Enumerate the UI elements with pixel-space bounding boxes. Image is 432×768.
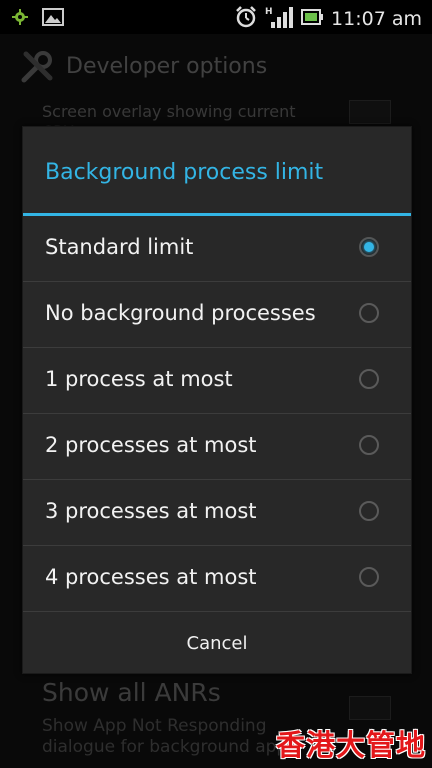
radio-unselected-icon[interactable] (359, 369, 379, 389)
option-label: No background processes (45, 301, 316, 325)
radio-unselected-icon[interactable] (359, 435, 379, 455)
option-2-processes[interactable]: 2 processes at most (23, 414, 411, 480)
option-4-processes[interactable]: 4 processes at most (23, 546, 411, 611)
alarm-icon (235, 6, 257, 32)
watermark-logo: 香港大管地 (276, 728, 427, 762)
process-limit-dialog: Background process limit Standard limit … (22, 126, 412, 674)
option-label: 2 processes at most (45, 433, 257, 457)
cancel-button[interactable]: Cancel (23, 611, 411, 674)
option-standard-limit[interactable]: Standard limit (23, 216, 411, 282)
radio-unselected-icon[interactable] (359, 303, 379, 323)
option-label: 1 process at most (45, 367, 233, 391)
status-bar: H 11:07 am (0, 0, 432, 34)
battery-icon (301, 9, 324, 29)
hsdpa-signal-icon: H (265, 5, 294, 33)
clock: 11:07 am (331, 8, 422, 30)
radio-selected-icon[interactable] (359, 237, 379, 257)
gear-notification-icon (12, 9, 28, 29)
svg-text:H: H (265, 7, 273, 17)
option-no-background[interactable]: No background processes (23, 282, 411, 348)
option-label: Standard limit (45, 235, 194, 259)
option-1-process[interactable]: 1 process at most (23, 348, 411, 414)
dialog-title: Background process limit (45, 160, 324, 185)
image-notification-icon (42, 8, 64, 30)
option-3-processes[interactable]: 3 processes at most (23, 480, 411, 546)
option-label: 4 processes at most (45, 565, 257, 589)
radio-unselected-icon[interactable] (359, 501, 379, 521)
option-label: 3 processes at most (45, 499, 257, 523)
radio-unselected-icon[interactable] (359, 567, 379, 587)
